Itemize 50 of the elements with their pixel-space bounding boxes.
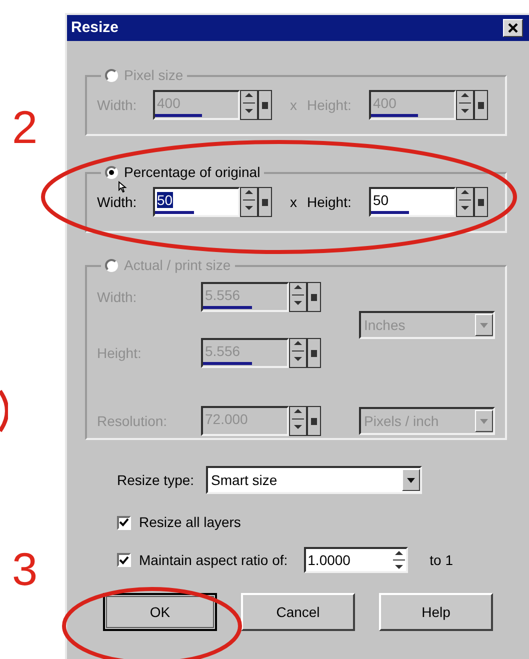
radio-label[interactable]: Percentage of original — [124, 162, 260, 183]
field-label: Height: — [307, 192, 352, 212]
annotation-number: 3 — [12, 546, 38, 592]
spin-arrows-icon — [291, 407, 305, 431]
checkmark-icon — [119, 518, 129, 527]
checkbox-label[interactable]: Resize all layers — [139, 512, 241, 533]
checkbox[interactable] — [117, 553, 131, 567]
dialog-button[interactable]: Help — [379, 593, 493, 631]
resize-type-dropdown[interactable]: Smart size — [206, 466, 422, 494]
slider-icon — [311, 350, 317, 356]
dropdown-arrow-icon — [479, 418, 489, 424]
spin-arrows-icon — [392, 549, 406, 571]
spin-arrows-icon — [291, 339, 305, 363]
dropdown-arrow-icon — [479, 322, 489, 328]
annotation-number: 2 — [12, 104, 38, 150]
close-icon — [507, 22, 519, 34]
spin-arrows-icon — [291, 283, 305, 307]
dialog-button[interactable]: Cancel — [241, 593, 355, 631]
mouse-cursor-icon — [118, 181, 127, 193]
spin-arrows-icon — [242, 188, 256, 212]
field-suffix: to 1 — [430, 550, 453, 570]
spin-arrows-icon — [458, 91, 472, 115]
checkbox-label[interactable]: Maintain aspect ratio of: — [139, 550, 288, 570]
multiply-sign: x — [290, 192, 297, 212]
spin-arrows-icon — [458, 188, 472, 212]
spin-button[interactable] — [240, 187, 258, 217]
radio-button[interactable] — [105, 166, 118, 179]
field-label: Resize type: — [117, 470, 194, 490]
number-field[interactable]: 50 — [153, 187, 240, 217]
slider-icon — [478, 198, 484, 206]
number-field[interactable]: 50 — [369, 187, 456, 217]
slider-icon — [311, 294, 317, 300]
close-button[interactable] — [503, 19, 523, 37]
spin-button[interactable] — [456, 187, 474, 217]
field-label: Width: — [97, 192, 138, 212]
slider-button[interactable] — [474, 187, 488, 217]
annotation-arc — [0, 388, 8, 434]
spin-arrows-icon — [242, 91, 256, 115]
dropdown-arrow-icon — [406, 476, 416, 484]
number-field[interactable]: 1.0000 — [304, 547, 408, 573]
checkbox[interactable] — [117, 516, 131, 530]
checkmark-icon — [119, 556, 129, 564]
window-title: Resize — [71, 18, 119, 38]
slider-icon — [262, 102, 268, 108]
dropdown-value: Smart size — [211, 470, 278, 490]
dialog-button[interactable]: OK — [103, 593, 217, 631]
slider-button[interactable] — [258, 187, 272, 217]
slider-icon — [262, 198, 268, 206]
slider-icon — [311, 418, 317, 424]
slider-icon — [478, 102, 484, 108]
